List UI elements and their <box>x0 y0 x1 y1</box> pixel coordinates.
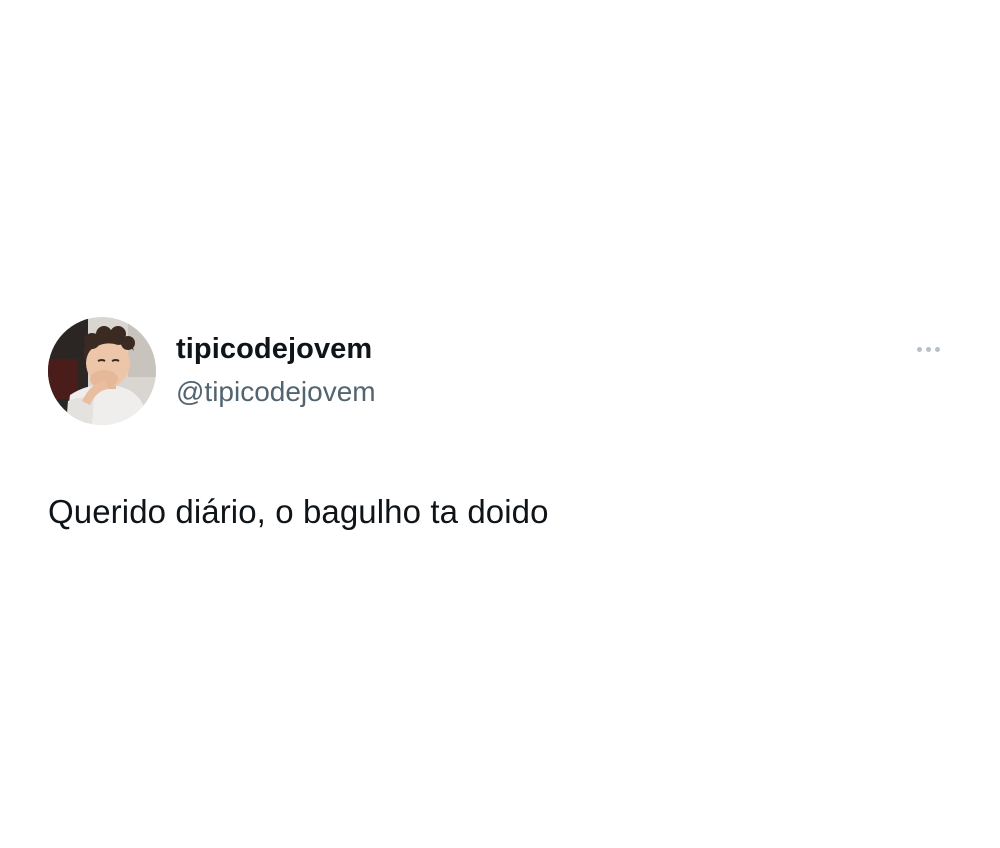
avatar[interactable] <box>48 317 156 425</box>
tweet-card: tipicodejovem @tipicodejovem Querido diá… <box>0 0 1000 848</box>
more-horizontal-icon <box>916 346 940 352</box>
author-handle[interactable]: @tipicodejovem <box>176 374 376 410</box>
more-options-button[interactable] <box>906 336 950 362</box>
avatar-image <box>48 317 156 425</box>
tweet-text: Querido diário, o bagulho ta doido <box>48 493 549 530</box>
author-display-name[interactable]: tipicodejovem <box>176 331 372 367</box>
